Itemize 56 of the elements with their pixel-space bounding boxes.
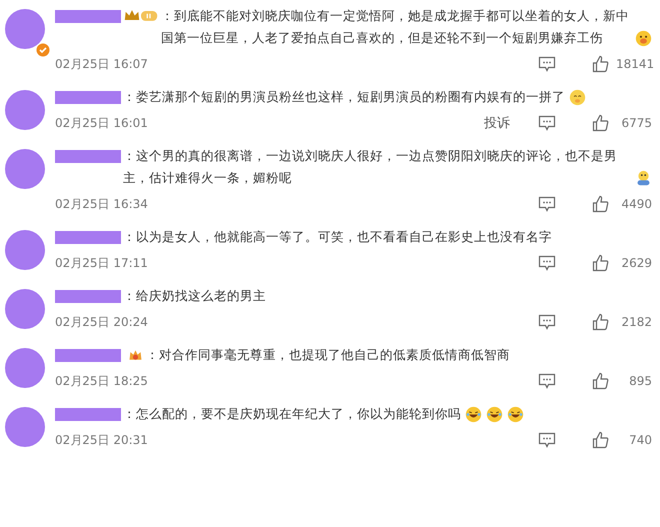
avatar[interactable] [5,149,45,189]
emoji-icon [635,30,652,46]
comment-time: 02月25日 16:07 [55,56,149,72]
comment-icon[interactable] [538,314,556,330]
like-count: 6775 [620,116,652,130]
like-count: 2182 [620,315,652,329]
thumbs-up-icon[interactable] [592,254,610,272]
like-count: 740 [628,433,652,447]
comment-icon[interactable] [538,255,556,271]
comment-time: 02月25日 16:34 [55,196,149,212]
emoji-icon [465,406,482,422]
comment-text: ：怎么配的，要不是庆奶现在年纪大了，你以为能轮到你吗 [123,405,461,423]
like-count: 2629 [620,256,652,270]
comment-icon[interactable] [538,196,556,212]
comment-icon[interactable] [538,432,556,448]
comment-icon[interactable] [538,115,556,131]
comment-text: ：对合作同事毫无尊重，也提现了他自己的低素质低情商低智商 [146,346,510,364]
like-count: 895 [628,374,652,388]
comment-text: ：到底能不能对刘晓庆咖位有一定觉悟阿，她是成龙握手都可以坐着的女人，新中国第一位巨星，人老了爱拍点自己喜欢的，但是还轮不到一个短剧男嫌弃工伤 [161,7,630,47]
avatar[interactable] [5,348,45,388]
emoji-icon [569,88,586,106]
redacted-username [55,90,121,104]
comment-text: ：给庆奶找这么老的男主 [123,287,266,305]
avatar[interactable] [5,289,45,329]
thumbs-up-icon[interactable] [592,372,610,390]
redacted-username [55,10,121,22]
like-count: 4490 [620,197,652,211]
comment-text: ：这个男的真的很离谱，一边说刘晓庆人很好，一边点赞阴阳刘晓庆的评论，也不是男主，估计难得火一条，媚粉呢 [123,147,618,187]
avatar[interactable] [5,230,45,270]
comment-icon[interactable] [538,373,556,389]
comment-time: 02月25日 18:25 [55,372,149,390]
redacted-username [55,150,121,162]
redacted-username [55,408,121,420]
redacted-username [55,290,121,302]
like-count: 18141 [616,57,652,71]
comment-time: 02月25日 20:31 [55,432,149,448]
redacted-username [55,230,121,244]
thumbs-up-icon[interactable] [592,55,610,73]
report-link[interactable]: 投诉 [484,114,510,132]
emoji-icon [507,406,524,422]
redacted-username [55,348,121,362]
thumbs-up-icon[interactable] [592,114,610,132]
comment-icon[interactable] [538,56,556,72]
comment-time: 02月25日 16:01 [55,114,149,132]
avatar[interactable] [5,407,45,447]
comment-time: 02月25日 17:11 [55,254,149,272]
thumbs-up-icon[interactable] [592,313,610,331]
avatar[interactable] [5,9,45,49]
emoji-icon [486,406,503,422]
comment-text: ：娄艺潇那个短剧的男演员粉丝也这样，短剧男演员的粉圈有内娱有的一拼了 [123,88,565,106]
avatar[interactable] [5,90,45,130]
thumbs-up-icon[interactable] [592,431,610,449]
emoji-icon [635,170,652,186]
comment-time: 02月25日 20:24 [55,314,149,330]
thumbs-up-icon[interactable] [592,195,610,213]
comment-text: ：以为是女人，他就能高一等了。可笑，也不看看自己在影史上也没有名字 [123,228,552,246]
